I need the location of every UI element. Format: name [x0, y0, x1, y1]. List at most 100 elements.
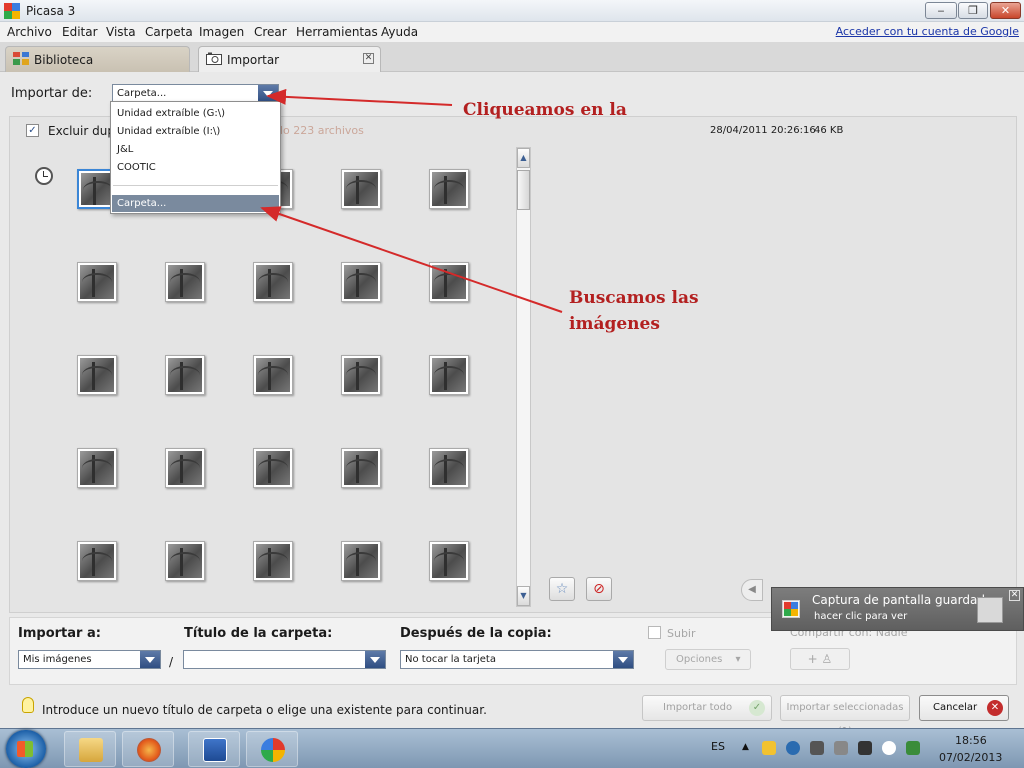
annotation-arrow-dropdown	[266, 88, 453, 106]
minimize-button[interactable]: ‒	[925, 2, 957, 19]
google-signin-link[interactable]: Acceder con tu cuenta de Google	[836, 25, 1019, 38]
camera-import-icon	[206, 52, 222, 65]
scroll-thumb[interactable]	[517, 170, 530, 210]
file-size: 46 KB	[814, 125, 844, 136]
dropdown-option[interactable]: J&L	[117, 144, 133, 155]
photo-thumbnail[interactable]	[165, 448, 205, 488]
check-icon: ✓	[749, 700, 765, 716]
clock-date[interactable]: 07/02/2013	[939, 751, 1002, 764]
photo-thumbnail[interactable]	[429, 262, 469, 302]
photo-thumbnail[interactable]	[341, 169, 381, 209]
photo-thumbnail[interactable]	[341, 355, 381, 395]
star-button[interactable]: ☆	[549, 577, 575, 601]
tray-panda-icon[interactable]	[882, 741, 896, 755]
import-selected-button[interactable]: Importar seleccionadas (1)	[780, 695, 910, 737]
tray-app-icon[interactable]	[762, 741, 776, 755]
photo-thumbnail[interactable]	[77, 355, 117, 395]
dropdown-option[interactable]: Unidad extraíble (I:\)	[117, 126, 220, 137]
after-copy-select[interactable]: No tocar la tarjeta	[400, 650, 634, 669]
photo-thumbnail[interactable]	[253, 355, 293, 395]
dropdown-option[interactable]: COOTIC	[117, 162, 156, 173]
menu-bar: Archivo Editar Vista Carpeta Imagen Crea…	[0, 22, 1024, 42]
photo-thumbnail[interactable]	[429, 541, 469, 581]
photo-thumbnail[interactable]	[429, 355, 469, 395]
taskbar-firefox[interactable]	[122, 731, 174, 767]
photo-thumbnail[interactable]	[77, 541, 117, 581]
scroll-down-button[interactable]: ▼	[517, 586, 530, 606]
reject-button[interactable]: ⊘	[586, 577, 612, 601]
tray-power-icon[interactable]	[906, 741, 920, 755]
import-to-select[interactable]: Mis imágenes	[18, 650, 161, 669]
menu-crear[interactable]: Crear	[254, 25, 287, 39]
chevron-down-icon[interactable]	[365, 651, 385, 668]
taskbar-word[interactable]	[188, 731, 240, 767]
menu-imagen[interactable]: Imagen	[199, 25, 244, 39]
photo-thumbnail[interactable]	[341, 262, 381, 302]
photo-thumbnail[interactable]	[429, 169, 469, 209]
bridge-photo-image	[80, 265, 114, 299]
bridge-photo-image	[168, 544, 202, 578]
menu-carpeta[interactable]: Carpeta	[145, 25, 193, 39]
chevron-down-icon[interactable]	[258, 85, 278, 102]
photo-thumbnail[interactable]	[341, 541, 381, 581]
language-indicator[interactable]: ES	[711, 740, 725, 753]
status-hint: Introduce un nuevo título de carpeta o e…	[42, 703, 487, 717]
import-from-label: Importar de:	[11, 86, 93, 101]
photo-thumbnail[interactable]	[253, 448, 293, 488]
clock-time[interactable]: 18:56	[955, 734, 987, 747]
photo-thumbnail[interactable]	[341, 448, 381, 488]
photo-thumbnail[interactable]	[253, 541, 293, 581]
photo-thumbnail[interactable]	[77, 262, 117, 302]
previous-photo-button[interactable]: ◀	[741, 579, 763, 601]
dropdown-option-selected-label: Carpeta...	[117, 198, 167, 209]
file-date: 28/04/2011 20:26:16	[710, 125, 816, 136]
photo-thumbnail[interactable]	[77, 448, 117, 488]
notification-close-icon[interactable]: ✕	[1009, 590, 1020, 601]
options-label: Opciones	[676, 654, 723, 665]
exclude-duplicates-label: Excluir dup	[48, 124, 115, 138]
menu-archivo[interactable]: Archivo	[7, 25, 52, 39]
tab-importar[interactable]: Importar ✕	[198, 46, 381, 72]
dropdown-option[interactable]: Unidad extraíble (G:\)	[117, 108, 225, 119]
library-grid-icon	[13, 52, 29, 65]
start-button[interactable]	[6, 730, 46, 768]
bridge-photo-image	[344, 265, 378, 299]
folder-title-input[interactable]	[183, 650, 386, 669]
options-dropdown-button[interactable]: Opciones ▾	[665, 649, 751, 670]
dropdown-option-selected[interactable]: Carpeta...	[112, 195, 279, 212]
tray-flag-icon[interactable]	[858, 741, 872, 755]
maximize-button[interactable]: ❐	[958, 2, 988, 19]
tab-close-icon[interactable]: ✕	[363, 53, 374, 64]
photo-thumbnail[interactable]	[165, 262, 205, 302]
tray-expand-icon[interactable]: ▲	[742, 742, 749, 752]
scroll-up-button[interactable]: ▲	[517, 148, 530, 168]
tray-network-icon[interactable]	[786, 741, 800, 755]
import-source-value: Carpeta...	[117, 88, 167, 99]
add-share-button[interactable]: + ♙	[790, 648, 850, 670]
chevron-down-icon[interactable]	[613, 651, 633, 668]
close-window-button[interactable]: ✕	[990, 2, 1021, 19]
thumbnail-scrollbar[interactable]: ▲ ▼	[516, 147, 531, 607]
tray-device-icon[interactable]	[810, 741, 824, 755]
tab-biblioteca[interactable]: Biblioteca	[5, 46, 190, 72]
photo-thumbnail[interactable]	[429, 448, 469, 488]
screenshot-notification[interactable]: Captura de pantalla guardada hacer clic …	[771, 587, 1024, 631]
chevron-down-icon[interactable]	[140, 651, 160, 668]
picasa-icon	[261, 738, 285, 762]
menu-ayuda[interactable]: Ayuda	[381, 25, 418, 39]
tab-strip: Biblioteca Importar ✕	[0, 42, 1024, 72]
taskbar-explorer[interactable]	[64, 731, 116, 767]
photo-thumbnail[interactable]	[165, 541, 205, 581]
photo-thumbnail[interactable]	[165, 355, 205, 395]
upload-checkbox[interactable]	[648, 626, 661, 639]
menu-herramientas[interactable]: Herramientas	[296, 25, 378, 39]
bridge-photo-image	[344, 451, 378, 485]
photo-thumbnail[interactable]	[253, 262, 293, 302]
volume-icon[interactable]	[834, 741, 848, 755]
menu-editar[interactable]: Editar	[62, 25, 98, 39]
annotation-search-text-2: imágenes	[569, 314, 660, 334]
taskbar-picasa[interactable]	[246, 731, 298, 767]
exclude-duplicates-checkbox[interactable]: ✓	[26, 124, 39, 137]
bridge-photo-image	[256, 544, 290, 578]
menu-vista[interactable]: Vista	[106, 25, 136, 39]
